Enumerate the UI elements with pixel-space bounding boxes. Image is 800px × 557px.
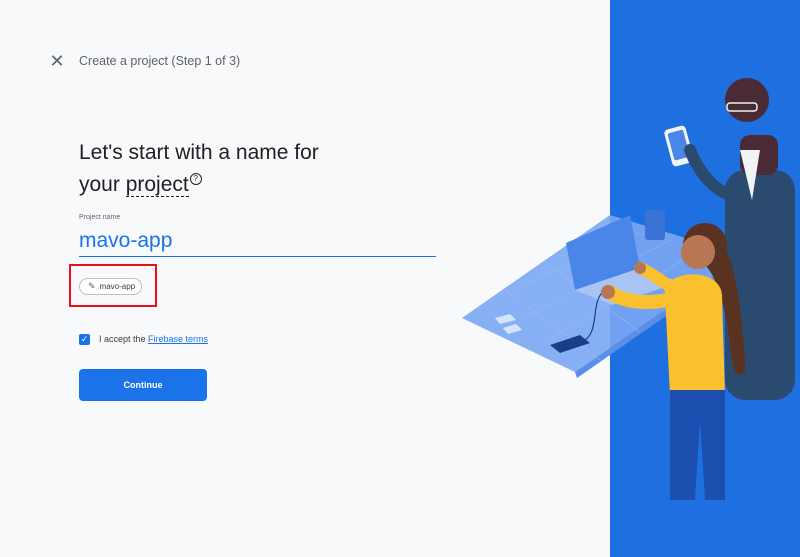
developers-illustration [462, 78, 795, 500]
